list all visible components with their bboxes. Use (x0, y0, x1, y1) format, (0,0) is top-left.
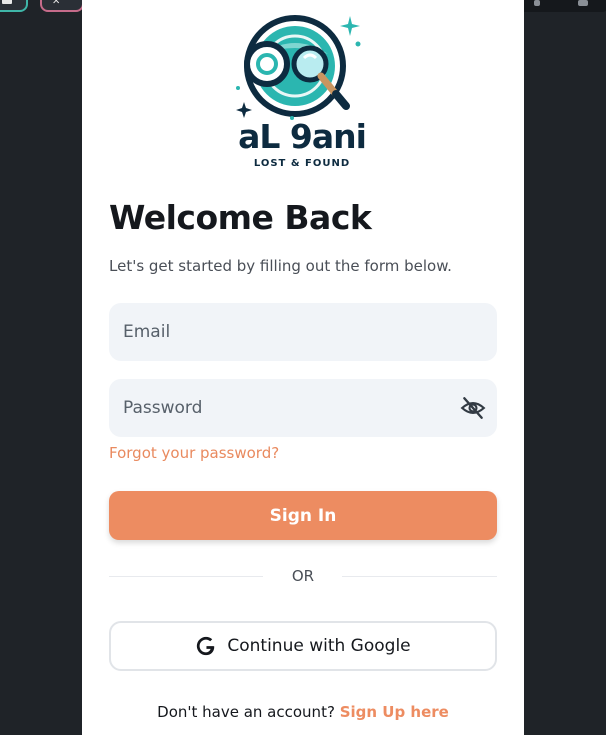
eye-off-icon[interactable] (460, 395, 486, 421)
sign-in-button[interactable]: Sign In (109, 491, 497, 540)
toolbar-icon[interactable] (534, 0, 540, 6)
page-title: Welcome Back (109, 198, 372, 237)
window-toolbar-fragment (512, 0, 606, 12)
logo-tagline: LOST & FOUND (253, 158, 351, 169)
or-separator: OR (291, 567, 315, 585)
divider-right (342, 576, 497, 577)
google-signin-button[interactable]: Continue with Google (109, 621, 497, 671)
password-field[interactable] (109, 379, 497, 437)
tab-icon (2, 0, 12, 4)
divider-left (109, 576, 263, 577)
logo-wordmark: aL 9ani (238, 117, 367, 156)
google-g-icon (197, 636, 215, 656)
browser-tab-fragment-2[interactable]: ✕ (40, 0, 84, 12)
browser-tab-fragment[interactable] (0, 0, 28, 12)
forgot-password-link[interactable]: Forgot your password? (109, 444, 279, 462)
google-button-label: Continue with Google (227, 636, 411, 656)
app-logo: aL 9ani LOST & FOUND (232, 14, 372, 174)
magnifier-logo-icon (236, 15, 361, 120)
page-subtitle: Let's get started by filling out the for… (109, 257, 452, 275)
tab-icon-2: ✕ (52, 0, 61, 7)
signup-row: Don't have an account? Sign Up here (82, 703, 524, 721)
toolbar-icon-2[interactable] (578, 0, 588, 6)
login-card: aL 9ani LOST & FOUND Welcome Back Let's … (82, 0, 524, 735)
email-field[interactable] (109, 303, 497, 361)
signup-prompt: Don't have an account? (157, 703, 335, 721)
sign-up-link[interactable]: Sign Up here (340, 703, 449, 721)
